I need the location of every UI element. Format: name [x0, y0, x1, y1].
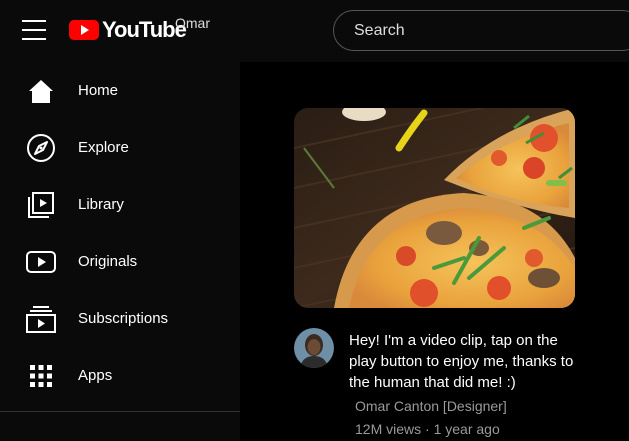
user-name: Omar	[175, 15, 210, 31]
subscriptions-icon	[26, 304, 56, 334]
sidebar-item-label: Originals	[78, 253, 138, 270]
originals-icon	[26, 247, 56, 277]
home-icon	[26, 76, 56, 106]
sidebar: Home Explore Library Originals Subscript…	[0, 62, 240, 441]
youtube-play-icon	[69, 20, 99, 40]
sidebar-item-subscriptions[interactable]: Subscriptions	[0, 290, 240, 347]
compass-icon	[26, 133, 56, 163]
library-icon	[26, 190, 56, 220]
top-bar: YouTube Omar	[0, 0, 629, 62]
sidebar-item-label: Home	[78, 82, 119, 99]
sidebar-item-originals[interactable]: Originals	[0, 233, 240, 290]
menu-icon[interactable]	[22, 20, 46, 42]
sidebar-item-explore[interactable]: Explore	[0, 119, 240, 176]
sidebar-item-apps[interactable]: Apps	[0, 347, 240, 404]
channel-name[interactable]: Omar Canton [Designer]	[355, 398, 507, 414]
sidebar-item-label: Subscriptions	[78, 310, 169, 327]
video-thumbnail[interactable]	[294, 108, 575, 308]
sidebar-divider	[0, 411, 240, 412]
video-title[interactable]: Hey! I'm a video clip, tap on the play b…	[349, 330, 589, 393]
main-content: Hey! I'm a video clip, tap on the play b…	[240, 62, 629, 441]
sidebar-item-label: Library	[78, 196, 124, 213]
video-metadata: 12M views · 1 year ago	[355, 421, 500, 437]
apps-grid-icon	[26, 361, 56, 391]
sidebar-item-label: Explore	[78, 139, 129, 156]
channel-avatar[interactable]	[294, 328, 334, 368]
sidebar-item-home[interactable]: Home	[0, 62, 240, 119]
search-input[interactable]	[333, 10, 629, 51]
youtube-logo[interactable]: YouTube	[69, 17, 187, 43]
logo-text: YouTube	[102, 17, 187, 42]
sidebar-item-label: Apps	[78, 367, 113, 384]
sidebar-item-library[interactable]: Library	[0, 176, 240, 233]
